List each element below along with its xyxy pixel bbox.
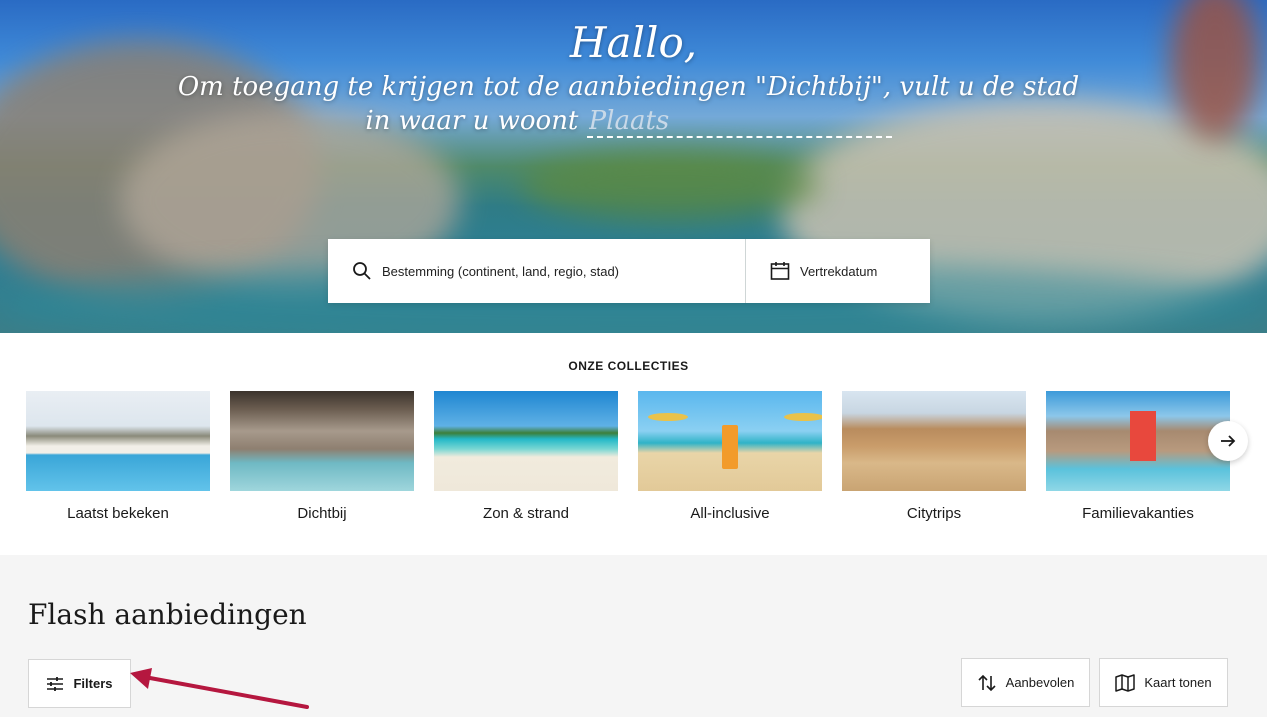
destination-placeholder: Bestemming (continent, land, regio, stad… (382, 263, 620, 279)
filters-label: Filters (73, 676, 113, 691)
filters-button[interactable]: Filters (28, 659, 131, 708)
collection-all-inclusive[interactable]: All-inclusive (638, 391, 822, 522)
place-input[interactable] (586, 106, 892, 138)
search-box: Bestemming (continent, land, regio, stad… (328, 239, 930, 303)
sort-button[interactable]: Aanbevolen (961, 658, 1090, 707)
departure-date-label: Vertrekdatum (800, 263, 878, 279)
collection-label: All-inclusive (690, 505, 770, 522)
collection-image (434, 391, 618, 491)
hero-banner: Hallo, Om toegang te krijgen tot de aanb… (0, 0, 1267, 333)
collections-title: ONZE COLLECTIES (568, 359, 689, 373)
collection-label: Laatst bekeken (67, 505, 169, 522)
sort-label: Aanbevolen (1005, 675, 1075, 690)
arrow-right-icon (1221, 435, 1236, 447)
collection-family[interactable]: Familievakanties (1046, 391, 1230, 522)
map-icon (1115, 673, 1136, 692)
collection-image (230, 391, 414, 491)
destination-search-field[interactable]: Bestemming (continent, land, regio, stad… (328, 239, 746, 303)
hero-greeting: Hallo, (569, 18, 698, 67)
show-map-button[interactable]: Kaart tonen (1099, 658, 1228, 707)
show-map-label: Kaart tonen (1144, 675, 1212, 690)
hero-greenery (520, 150, 820, 220)
collection-label: Familievakanties (1082, 505, 1194, 522)
collection-recently-viewed[interactable]: Laatst bekeken (26, 391, 210, 522)
collection-image (1046, 391, 1230, 491)
sliders-icon (47, 676, 64, 691)
sort-arrows-icon (978, 674, 996, 691)
flash-deals-title: Flash aanbiedingen (28, 598, 307, 631)
collection-label: Dichtbij (297, 505, 347, 522)
cocktail-glass (722, 425, 738, 469)
collections-section: ONZE COLLECTIES Laatst bekeken Dichtbij … (0, 333, 1267, 555)
collection-image (842, 391, 1026, 491)
calendar-icon (770, 262, 790, 280)
collections-next-button[interactable] (1208, 421, 1248, 461)
water-slide (1130, 411, 1156, 461)
collection-label: Citytrips (906, 505, 962, 522)
collection-label: Zon & strand (483, 505, 569, 522)
departure-date-field[interactable]: Vertrekdatum (746, 239, 930, 303)
collection-nearby[interactable]: Dichtbij (230, 391, 414, 522)
collection-image (26, 391, 210, 491)
hero-subtitle: Om toegang te krijgen tot de aanbiedinge… (170, 70, 1087, 138)
search-icon (353, 262, 371, 280)
collection-image (638, 391, 822, 491)
parasol-left (648, 413, 688, 421)
collection-sun-beach[interactable]: Zon & strand (434, 391, 618, 522)
collection-citytrips[interactable]: Citytrips (842, 391, 1026, 522)
parasol-right (784, 413, 822, 421)
